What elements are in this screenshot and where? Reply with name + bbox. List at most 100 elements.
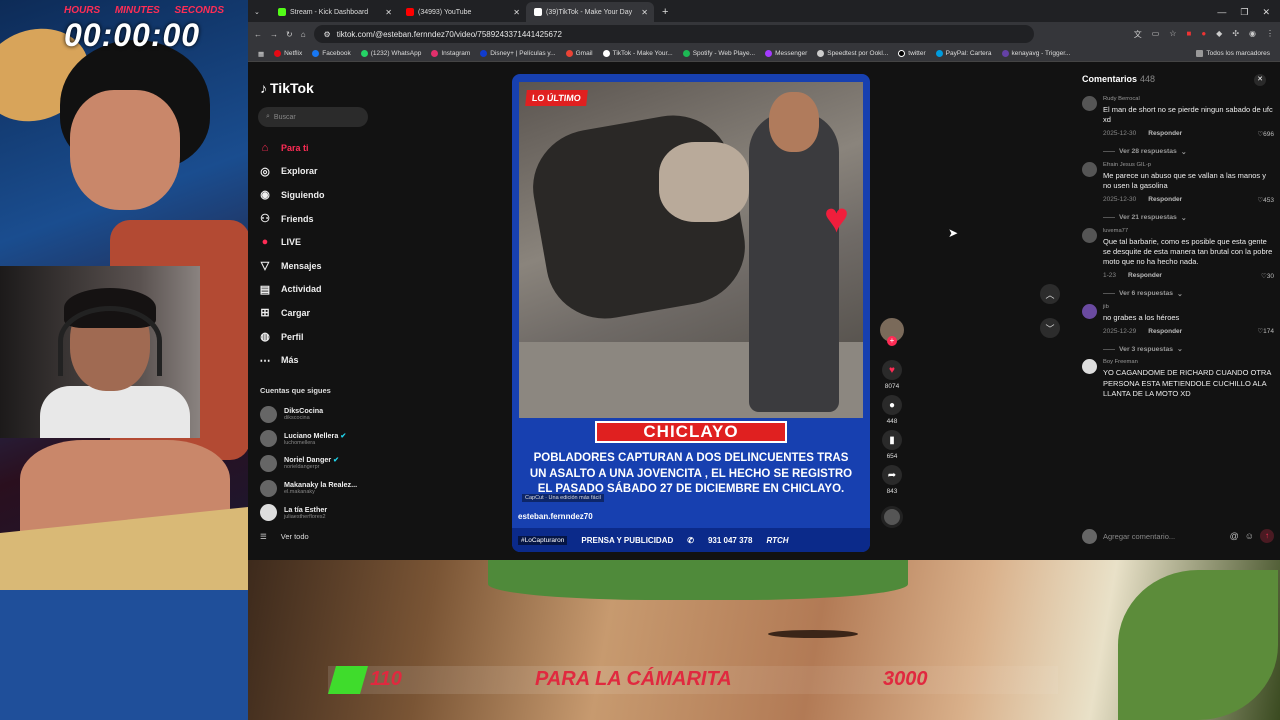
bookmark-item[interactable]: twitter <box>898 50 926 57</box>
comment-user[interactable]: jib <box>1103 304 1274 310</box>
extension-icon[interactable]: ◆ <box>1216 29 1222 40</box>
see-all-button[interactable]: ☰ Ver todo <box>260 532 309 541</box>
close-icon[interactable]: ✕ <box>385 8 392 17</box>
comment-like-button[interactable]: ♡696 <box>1257 130 1274 138</box>
tab-dropdown-button[interactable]: ⌄ <box>248 2 270 22</box>
capcut-tag[interactable]: CapCut · Una edición más fácil <box>522 494 604 502</box>
home-icon[interactable]: ⌂ <box>301 30 306 39</box>
sidebar-item-siguiendo[interactable]: ◉ Siguiendo <box>258 183 376 207</box>
url-bar[interactable]: ⚙ tiktok.com/@esteban.fernndez70/video/7… <box>313 25 1034 43</box>
bookmark-star-icon[interactable]: ☆ <box>1169 29 1176 40</box>
tab-tiktok[interactable]: (39)TikTok - Make Your Day ✕ <box>526 2 654 22</box>
bookmark-item[interactable]: Disney+ | Películas y... <box>480 50 556 57</box>
comment-user[interactable]: Efrain Jesus GIL-p <box>1103 162 1274 168</box>
chevron-down-icon[interactable]: ﹀ <box>1040 318 1060 338</box>
apps-icon[interactable]: ▦ <box>258 50 264 58</box>
following-account[interactable]: Makanaky la Realez... el.makanaky <box>260 476 378 501</box>
comment-like-button[interactable]: ♡174 <box>1257 327 1274 335</box>
new-tab-button[interactable]: + <box>654 2 676 22</box>
sidebar-item-mensajes[interactable]: ▽ Mensajes <box>258 254 376 278</box>
bookmark-item[interactable]: kenayavg - Trigger... <box>1001 50 1070 57</box>
avatar[interactable] <box>1082 161 1097 177</box>
forward-icon[interactable]: → <box>270 30 278 39</box>
bookmark-item[interactable]: Gmail <box>565 50 593 57</box>
sidebar-item-friends[interactable]: ⚇ Friends <box>258 207 376 231</box>
share-button[interactable]: ➦ 843 <box>882 465 902 495</box>
music-disc-icon[interactable] <box>881 506 903 528</box>
avatar[interactable] <box>1082 359 1097 375</box>
bookmark-item[interactable]: Spotify - Web Playe... <box>682 50 755 57</box>
puzzle-icon[interactable]: ✣ <box>1232 29 1239 40</box>
comment-like-button[interactable]: ♡30 <box>1261 272 1274 280</box>
bookmark-item[interactable]: Instagram <box>431 50 470 57</box>
like-button[interactable]: ♥ 8074 <box>882 360 902 390</box>
creator-avatar[interactable]: + <box>880 318 904 346</box>
tab-youtube[interactable]: (34993) YouTube ✕ <box>398 2 526 22</box>
bookmark-item[interactable]: TikTok - Make Your... <box>602 50 673 57</box>
bookmark-item[interactable]: (1232) WhatsApp <box>360 50 421 57</box>
video-author[interactable]: esteban.fernndez70 <box>518 512 593 521</box>
sidebar-item-para-ti[interactable]: ⌂ Para ti <box>258 136 376 160</box>
back-icon[interactable]: ← <box>254 30 262 39</box>
menu-icon[interactable]: ⋮ <box>1266 29 1274 40</box>
comment-like-button[interactable]: ♡453 <box>1257 196 1274 204</box>
close-window-icon[interactable]: ✕ <box>1262 7 1270 18</box>
maximize-icon[interactable]: ❐ <box>1240 7 1248 18</box>
minimize-icon[interactable]: — <box>1217 7 1226 17</box>
follow-plus-icon[interactable]: + <box>887 336 897 346</box>
avatar[interactable] <box>1082 227 1097 243</box>
reply-button[interactable]: Responder <box>1128 272 1162 279</box>
view-replies-button[interactable]: Ver 6 respuestas ⌄ <box>1103 290 1274 298</box>
sidebar-item-actividad[interactable]: ▤ Actividad <box>258 278 376 302</box>
save-button[interactable]: ▮ 654 <box>882 430 902 460</box>
close-icon[interactable]: ✕ <box>513 8 520 17</box>
video-player[interactable]: ♥ LO ÚLTIMO CHICLAYO Pobladores capturan… <box>512 74 870 552</box>
bookmark-item[interactable]: Netflix <box>274 50 302 57</box>
view-replies-button[interactable]: Ver 3 respuestas ⌄ <box>1103 345 1274 354</box>
sidebar-item-explorar[interactable]: ◎ Explorar <box>258 160 376 184</box>
comment-input[interactable]: Agregar comentario... @ ☺ ↑ <box>1082 524 1274 548</box>
bookmark-item[interactable]: Messenger <box>765 50 807 57</box>
comment-user[interactable]: Rudy Berrocal <box>1103 96 1274 102</box>
avatar[interactable] <box>1082 303 1097 319</box>
comment-button[interactable]: ● 448 <box>882 395 902 425</box>
comment-user[interactable]: luvema77 <box>1103 228 1274 234</box>
sidebar-item-cargar[interactable]: ⊞ Cargar <box>258 301 376 325</box>
tab-kick[interactable]: Stream - Kick Dashboard ✕ <box>270 2 398 22</box>
profile-icon[interactable]: ◉ <box>1249 29 1256 40</box>
reload-icon[interactable]: ↻ <box>286 30 293 39</box>
comment-input-placeholder[interactable]: Agregar comentario... <box>1103 532 1224 541</box>
search-input[interactable]: ⌕ Buscar <box>258 107 368 127</box>
close-icon[interactable]: ✕ <box>641 8 648 17</box>
translate-icon[interactable]: 文 <box>1134 29 1142 40</box>
cast-icon[interactable]: ▭ <box>1152 29 1160 40</box>
view-replies-button[interactable]: Ver 28 respuestas ⌄ <box>1103 148 1274 156</box>
send-icon[interactable]: ↑ <box>1260 529 1274 543</box>
following-account[interactable]: DiksCocina dikscocina <box>260 402 378 427</box>
sidebar-item-live[interactable]: ● LIVE <box>258 230 376 254</box>
following-account[interactable]: La tía Esther juliaestherflores2 <box>260 500 378 525</box>
avatar[interactable] <box>1082 96 1097 111</box>
site-info-icon[interactable]: ⚙ <box>324 30 331 39</box>
extension-icon[interactable]: ■ <box>1186 29 1191 40</box>
reply-button[interactable]: Responder <box>1148 328 1182 335</box>
all-bookmarks[interactable]: Todos los marcadores <box>1196 50 1270 57</box>
bookmark-item[interactable]: Facebook <box>312 50 351 57</box>
view-replies-button[interactable]: Ver 21 respuestas ⌄ <box>1103 214 1274 222</box>
bookmark-item[interactable]: PayPal: Cartera <box>935 50 992 57</box>
reply-button[interactable]: Responder <box>1148 130 1182 137</box>
comments-header: Comentarios 448 <box>1082 74 1155 84</box>
emoji-icon[interactable]: ☺ <box>1245 531 1254 541</box>
comment-user[interactable]: Boy Freeman <box>1103 359 1274 365</box>
sidebar-item-mas[interactable]: ⋯ Más <box>258 348 376 372</box>
sidebar-item-perfil[interactable]: ◍ Perfil <box>258 325 376 349</box>
chevron-up-icon[interactable]: ︿ <box>1040 284 1060 304</box>
mention-icon[interactable]: @ <box>1230 531 1239 541</box>
tiktok-logo[interactable]: ♪ TikTok <box>260 80 314 96</box>
following-account[interactable]: Luciano Mellera ✔ luchomellera <box>260 427 378 452</box>
close-icon[interactable]: ✕ <box>1254 74 1266 86</box>
extension-icon[interactable]: ● <box>1201 29 1206 40</box>
reply-button[interactable]: Responder <box>1148 196 1182 203</box>
following-account[interactable]: Noriel Danger ✔ norieldangerpr <box>260 451 378 476</box>
bookmark-item[interactable]: Speedtest por Ookl... <box>817 50 888 57</box>
